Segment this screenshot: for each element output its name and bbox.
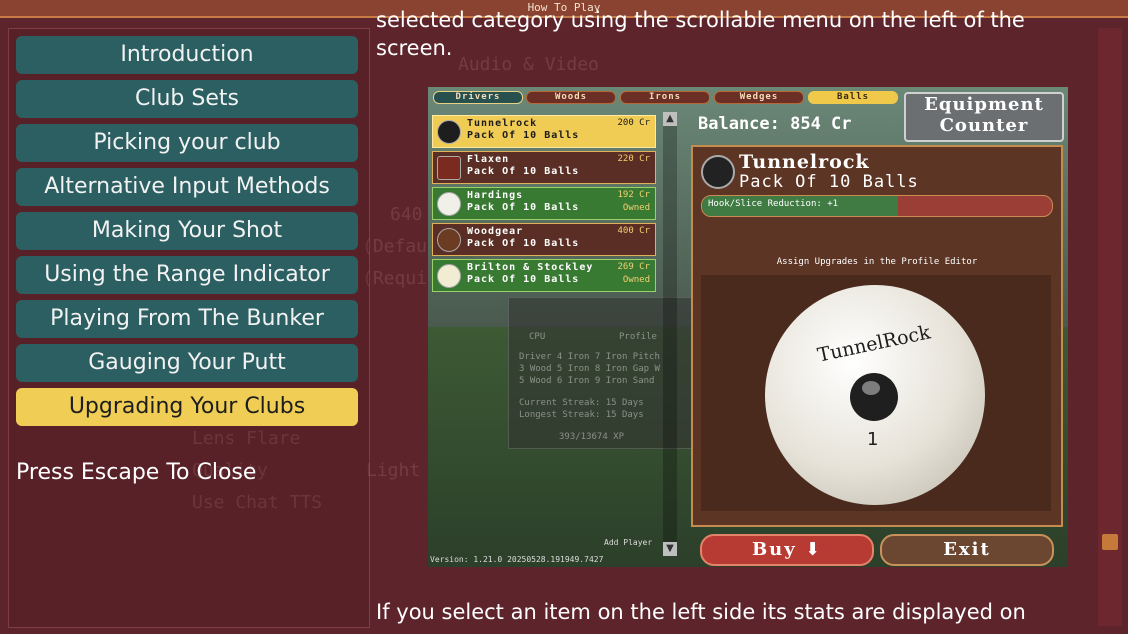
add-player-label: Add Player [604,538,653,547]
ball-icon [437,120,461,144]
menu-item-upgrading-clubs[interactable]: Upgrading Your Clubs [16,388,358,426]
ghost-require: (Requir [362,268,438,289]
ball-icon [437,192,461,216]
sign-line: Counter [939,115,1029,136]
item-pack: Pack Of 10 Balls [467,238,580,249]
scroll-up-icon[interactable]: ▲ [663,112,677,126]
golf-ball-image: TunnelRock 1 [765,285,985,505]
item-detail-panel: Tunnelrock Pack Of 10 Balls Hook/Slice R… [691,145,1063,527]
tab-woods[interactable]: Woods [526,91,616,104]
menu-item-introduction[interactable]: Introduction [16,36,358,74]
version-label: Version: 1.21.0 20250528.191949.7427 [430,555,604,564]
item-pack: Pack Of 10 Balls [467,274,580,285]
ball-number: 1 [867,429,879,450]
menu-item-making-shot[interactable]: Making Your Shot [16,212,358,250]
content-text-line: screen. [376,36,453,60]
content-scrollbar[interactable] [1098,28,1122,626]
ghost-audio-video: Audio & Video [458,54,599,75]
buy-button[interactable]: Buy ⬇ [700,534,874,566]
profile-xp: 393/13674 XP [559,432,625,442]
item-name: Flaxen [467,154,510,165]
stat-label: Hook/Slice Reduction: +1 [708,199,839,209]
ghost-resolution: 640 [390,204,423,225]
profile-current-streak: Current Streak: 15 Days [519,398,644,408]
ball-icon [701,155,735,189]
profile-cpu: CPU [529,332,546,342]
escape-hint: Press Escape To Close [16,460,257,485]
profile-longest-streak: Longest Streak: 15 Days [519,410,644,420]
profile-tab: Profile [619,332,657,342]
menu-item-picking-club[interactable]: Picking your club [16,124,358,162]
ball-icon [437,156,461,180]
tab-wedges[interactable]: Wedges [714,91,804,104]
item-name: Woodgear [467,226,524,237]
content-text-line: If you select an item on the left side i… [376,600,1026,624]
assign-upgrades-note: Assign Upgrades in the Profile Editor [776,257,978,267]
list-item[interactable]: Hardings Pack Of 10 Balls 192 Cr Owned [432,187,656,220]
ghost-default: (Defau [362,236,428,257]
tab-irons[interactable]: Irons [620,91,710,104]
item-pack: Pack Of 10 Balls [467,130,580,141]
ball-brand: TunnelRock [815,321,933,367]
gear-icon [437,228,461,252]
ball-logo-icon [850,373,898,421]
menu-item-range-indicator[interactable]: Using the Range Indicator [16,256,358,294]
item-price: 200 Cr [617,118,650,128]
list-item[interactable]: Woodgear Pack Of 10 Balls 400 Cr [432,223,656,256]
menu-item-bunker[interactable]: Playing From The Bunker [16,300,358,338]
profile-clubs-row: Driver 4 Iron 7 Iron Pitch [519,352,660,362]
hook-slice-stat-bar: Hook/Slice Reduction: +1 [701,195,1053,217]
item-owned: Owned [622,275,650,285]
equipment-counter-screenshot: CPU Profile Driver 4 Iron 7 Iron Pitch 3… [428,87,1068,567]
tab-balls[interactable]: Balls [808,91,898,104]
tab-drivers[interactable]: Drivers [433,91,523,104]
item-name: Brilton & Stockley [467,262,594,273]
menu-item-alternative-input[interactable]: Alternative Input Methods [16,168,358,206]
scrollbar-thumb[interactable] [1102,534,1118,550]
item-price: 269 Cr [617,262,650,272]
list-item[interactable]: Brilton & Stockley Pack Of 10 Balls 269 … [432,259,656,292]
item-pack: Pack Of 10 Balls [467,202,580,213]
item-price: 220 Cr [617,154,650,164]
detail-name: Tunnelrock [739,151,870,173]
item-name: Tunnelrock [467,118,538,129]
menu-item-club-sets[interactable]: Club Sets [16,80,358,118]
ball-icon [437,264,461,288]
sign-line: Equipment [924,94,1044,115]
item-price: 192 Cr [617,190,650,200]
profile-clubs-row: 3 Wood 5 Iron 8 Iron Gap W [519,364,660,374]
detail-pack: Pack Of 10 Balls [739,172,919,192]
ball-preview: TunnelRock 1 [701,275,1051,511]
list-item[interactable]: Tunnelrock Pack Of 10 Balls 200 Cr [432,115,656,148]
scroll-down-icon[interactable]: ▼ [663,542,677,556]
list-scrollbar[interactable]: ▲ ▼ [663,112,677,556]
equipment-counter-sign: Equipment Counter [904,92,1064,142]
item-price: 400 Cr [617,226,650,236]
item-owned: Owned [622,203,650,213]
exit-button[interactable]: Exit [880,534,1054,566]
profile-clubs-row: 5 Wood 6 Iron 9 Iron Sand [519,376,655,386]
balance-readout: Balance: 854 Cr [698,114,852,134]
list-item[interactable]: Flaxen Pack Of 10 Balls 220 Cr [432,151,656,184]
item-pack: Pack Of 10 Balls [467,166,580,177]
content-text-line: selected category using the scrollable m… [376,8,1025,32]
item-name: Hardings [467,190,524,201]
menu-item-putt[interactable]: Gauging Your Putt [16,344,358,382]
